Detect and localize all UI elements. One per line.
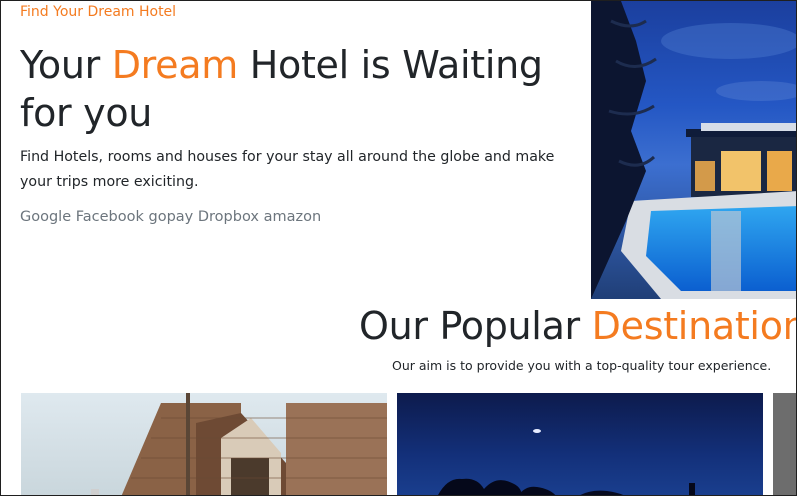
- popular-title-pre: Our Popular: [359, 304, 592, 348]
- destination-card-3[interactable]: [773, 393, 796, 495]
- hero-title: Your Dream Hotel is Waiting for you: [20, 41, 580, 137]
- destination-card-1-image: [91, 393, 387, 495]
- hero-title-accent: Dream: [111, 43, 239, 87]
- destination-card-2[interactable]: [397, 393, 763, 495]
- hero-description: Find Hotels, rooms and houses for your s…: [20, 149, 555, 190]
- brand-facebook: Facebook: [75, 209, 144, 225]
- brand-google: Google: [20, 209, 72, 225]
- destination-card-2-image: [438, 429, 695, 495]
- popular-destination-subtitle: Our aim is to provide you with a top-qua…: [392, 358, 772, 373]
- hero-eyebrow: Find Your Dream Hotel: [20, 4, 177, 20]
- hero-hotel-image: [591, 1, 796, 299]
- popular-title-accent: Destination: [591, 304, 796, 348]
- brand-list: Google Facebook gopay Dropbox amazon: [20, 209, 321, 225]
- popular-destination-title: Our Popular Destination: [359, 301, 796, 351]
- brand-gopay: gopay: [148, 209, 194, 225]
- brand-amazon: amazon: [263, 209, 322, 225]
- destination-card-1[interactable]: [21, 393, 387, 495]
- hero-title-pre: Your: [20, 43, 112, 87]
- page: Find Your Dream Hotel Your Dream Hotel i…: [1, 1, 796, 495]
- brand-dropbox: Dropbox: [197, 209, 259, 225]
